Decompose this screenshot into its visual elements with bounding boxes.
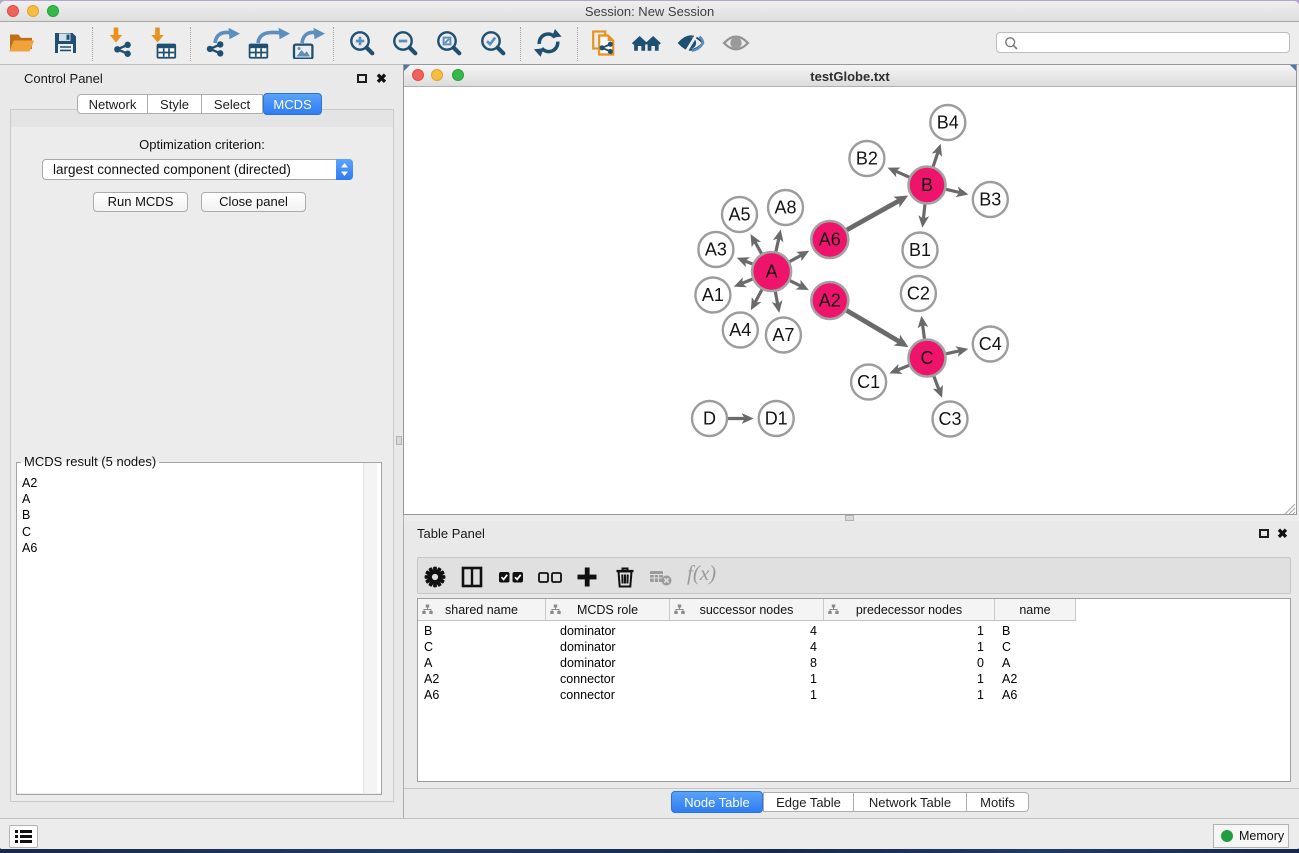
svg-text:C: C [921, 348, 934, 368]
svg-text:C4: C4 [979, 334, 1002, 354]
svg-text:C3: C3 [938, 409, 961, 429]
svg-text:B: B [921, 175, 933, 195]
svg-text:A2: A2 [819, 291, 841, 311]
svg-text:C1: C1 [857, 372, 880, 392]
svg-text:D1: D1 [765, 409, 788, 429]
svg-text:B3: B3 [979, 190, 1001, 210]
svg-text:A4: A4 [729, 320, 751, 340]
svg-text:A7: A7 [772, 325, 794, 345]
svg-text:B2: B2 [856, 149, 878, 169]
svg-text:A1: A1 [702, 285, 724, 305]
svg-text:A8: A8 [774, 198, 796, 218]
svg-text:B1: B1 [909, 240, 931, 260]
svg-text:A6: A6 [819, 230, 841, 250]
svg-text:D: D [703, 409, 716, 429]
svg-text:B4: B4 [937, 113, 959, 133]
svg-text:A3: A3 [705, 240, 727, 260]
svg-text:A5: A5 [728, 205, 750, 225]
svg-text:C2: C2 [907, 284, 930, 304]
svg-text:A: A [766, 262, 778, 282]
